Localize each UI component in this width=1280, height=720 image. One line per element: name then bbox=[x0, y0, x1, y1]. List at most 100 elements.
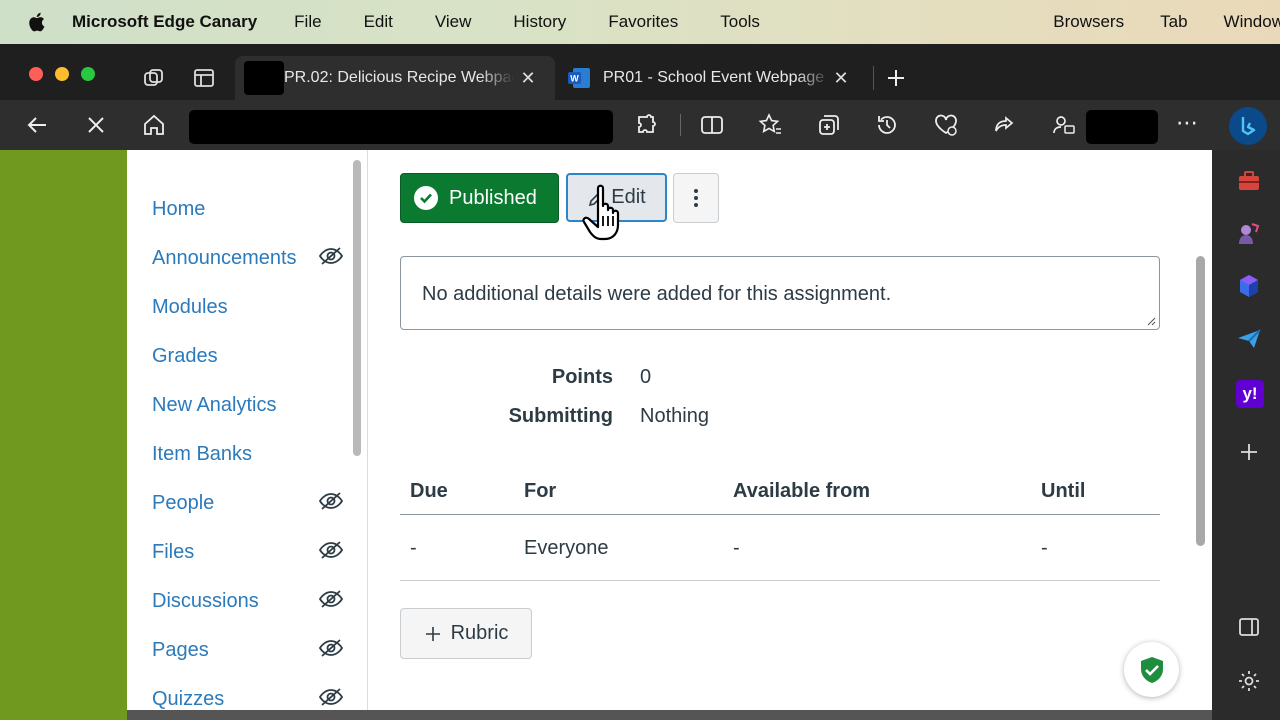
profile-sync-icon[interactable] bbox=[1051, 112, 1077, 138]
favorites-icon[interactable] bbox=[757, 112, 783, 138]
background-window-bottom bbox=[127, 710, 1212, 720]
menu-browsers[interactable]: Browsers bbox=[1053, 12, 1124, 32]
nav-grades[interactable]: Grades bbox=[152, 345, 218, 368]
yahoo-icon[interactable]: y! bbox=[1236, 380, 1264, 408]
tab-actions-icon[interactable] bbox=[192, 66, 216, 90]
hide-sidebar-icon[interactable] bbox=[1236, 614, 1262, 640]
shield-check-icon bbox=[1140, 656, 1163, 683]
copilot-icon[interactable] bbox=[1236, 273, 1262, 299]
table-header-until: Until bbox=[1041, 480, 1086, 502]
workspaces-icon[interactable] bbox=[142, 66, 166, 90]
rubric-label: Rubric bbox=[450, 622, 509, 644]
app-name[interactable]: Microsoft Edge Canary bbox=[72, 12, 257, 32]
nav-modules[interactable]: Modules bbox=[152, 296, 228, 319]
tab-favicon-redacted bbox=[244, 61, 284, 95]
table-bottom-rule bbox=[400, 580, 1160, 581]
tab-pr02[interactable]: PR.02: Delicious Recipe Webpage ✕ bbox=[235, 56, 555, 100]
tab-title: PR01 - School Event Webpage bbox=[603, 69, 825, 86]
close-tab-icon[interactable]: ✕ bbox=[831, 68, 851, 89]
share-icon[interactable] bbox=[992, 112, 1018, 138]
minimize-window-button[interactable] bbox=[55, 67, 69, 81]
close-window-button[interactable] bbox=[29, 67, 43, 81]
submitting-value: Nothing bbox=[640, 405, 709, 427]
content-divider bbox=[367, 150, 368, 710]
menu-window[interactable]: Window bbox=[1224, 12, 1280, 32]
tab-pr01[interactable]: W PR01 - School Event Webpage ✕ bbox=[565, 56, 865, 100]
check-circle-icon bbox=[414, 186, 438, 210]
add-rubric-button[interactable]: Rubric bbox=[400, 608, 532, 659]
close-tab-icon[interactable]: ✕ bbox=[518, 68, 538, 89]
nav-files[interactable]: Files bbox=[152, 541, 194, 564]
hidden-eye-icon bbox=[318, 590, 344, 608]
nav-item-banks[interactable]: Item Banks bbox=[152, 443, 252, 466]
macos-menu-bar: Microsoft Edge Canary File Edit View His… bbox=[0, 0, 1280, 44]
menu-tab[interactable]: Tab bbox=[1160, 12, 1187, 32]
submitting-label: Submitting bbox=[508, 405, 613, 427]
course-navigation: Home Announcements Modules Grades New An… bbox=[133, 150, 350, 710]
profile-redacted[interactable] bbox=[1086, 110, 1158, 144]
extensions-icon[interactable] bbox=[634, 112, 660, 138]
nav-home[interactable]: Home bbox=[152, 198, 205, 221]
published-label: Published bbox=[449, 186, 537, 209]
more-actions-button[interactable] bbox=[673, 173, 719, 223]
resize-handle-icon[interactable] bbox=[1146, 316, 1156, 326]
cell-due: - bbox=[410, 537, 417, 559]
address-bar-redacted[interactable] bbox=[189, 110, 613, 144]
menu-tools[interactable]: Tools bbox=[720, 12, 760, 32]
word-icon: W bbox=[568, 68, 590, 88]
points-value: 0 bbox=[640, 366, 652, 388]
edit-label: Edit bbox=[611, 186, 646, 208]
add-sidebar-app-icon[interactable] bbox=[1236, 439, 1262, 465]
collections-icon[interactable] bbox=[816, 112, 842, 138]
table-header-available-from: Available from bbox=[733, 480, 871, 502]
history-icon[interactable] bbox=[874, 112, 900, 138]
tab-separator bbox=[873, 66, 874, 90]
published-button[interactable]: Published bbox=[400, 173, 559, 223]
back-icon[interactable] bbox=[24, 112, 50, 138]
hidden-eye-icon bbox=[318, 541, 344, 559]
toolbar-separator bbox=[680, 114, 681, 136]
tools-icon[interactable] bbox=[1236, 168, 1262, 194]
svg-text:W: W bbox=[570, 74, 579, 84]
edit-button[interactable]: Edit bbox=[566, 173, 667, 222]
plus-icon bbox=[425, 626, 440, 641]
split-screen-icon[interactable] bbox=[699, 112, 725, 138]
course-nav-scrollbar[interactable] bbox=[353, 160, 361, 456]
page-scrollbar[interactable] bbox=[1196, 256, 1205, 546]
zoom-window-button[interactable] bbox=[81, 67, 95, 81]
apple-icon[interactable] bbox=[26, 11, 48, 33]
tab-title: PR.02: Delicious Recipe Webpage bbox=[284, 69, 514, 86]
nav-quizzes[interactable]: Quizzes bbox=[152, 688, 224, 711]
menu-favorites[interactable]: Favorites bbox=[608, 12, 678, 32]
new-tab-icon[interactable] bbox=[884, 66, 908, 90]
home-icon[interactable] bbox=[141, 112, 167, 138]
cell-available-from: - bbox=[733, 537, 740, 559]
menu-edit[interactable]: Edit bbox=[364, 12, 393, 32]
stop-loading-icon[interactable] bbox=[83, 112, 109, 138]
hidden-eye-icon bbox=[318, 492, 344, 510]
table-header-due: Due bbox=[410, 480, 448, 502]
nav-pages[interactable]: Pages bbox=[152, 639, 209, 662]
nav-announcements[interactable]: Announcements bbox=[152, 247, 297, 270]
bing-copilot-icon[interactable] bbox=[1229, 107, 1267, 145]
assignment-details: No additional details were added for thi… bbox=[400, 256, 1160, 330]
hidden-eye-icon bbox=[318, 247, 344, 265]
menu-history[interactable]: History bbox=[513, 12, 566, 32]
details-text: No additional details were added for thi… bbox=[422, 283, 892, 305]
points-label: Points bbox=[551, 366, 613, 388]
gear-icon[interactable] bbox=[1236, 668, 1262, 694]
nav-new-analytics[interactable]: New Analytics bbox=[152, 394, 277, 417]
more-options-icon[interactable]: ⋯ bbox=[1176, 110, 1199, 136]
nav-people[interactable]: People bbox=[152, 492, 214, 515]
browser-essentials-icon[interactable] bbox=[933, 112, 959, 138]
cell-for: Everyone bbox=[524, 537, 609, 559]
hidden-eye-icon bbox=[318, 688, 344, 706]
games-icon[interactable] bbox=[1236, 220, 1262, 246]
nav-discussions[interactable]: Discussions bbox=[152, 590, 259, 613]
menu-view[interactable]: View bbox=[435, 12, 472, 32]
menu-file[interactable]: File bbox=[294, 12, 321, 32]
vertical-ellipsis-icon bbox=[694, 189, 698, 207]
security-shield-button[interactable] bbox=[1124, 642, 1179, 697]
outlook-send-icon[interactable] bbox=[1236, 326, 1262, 352]
table-header-rule bbox=[400, 514, 1160, 515]
